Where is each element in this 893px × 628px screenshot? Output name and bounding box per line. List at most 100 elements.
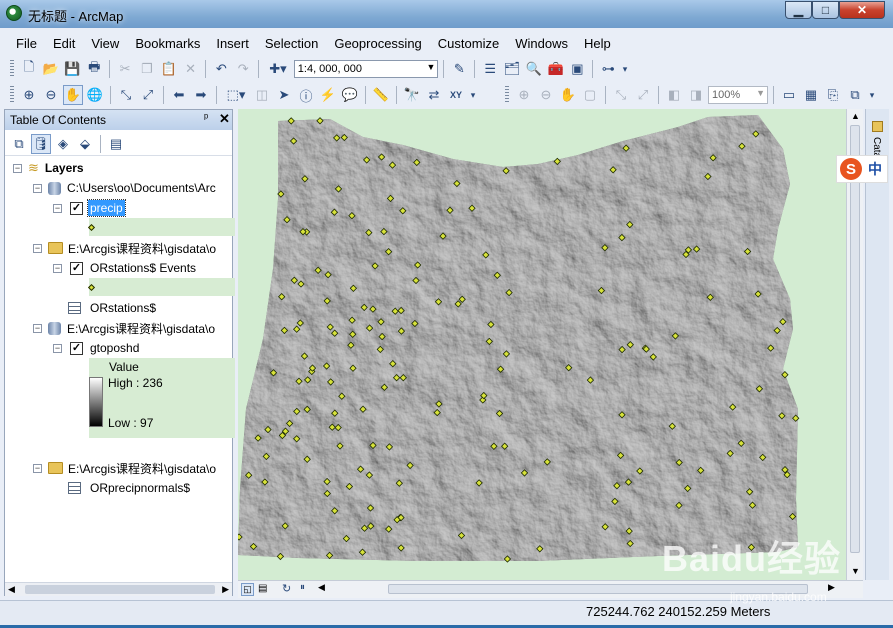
toolbar-options-icon[interactable]: ▾ xyxy=(620,59,630,79)
layout-back-icon[interactable]: ◧ xyxy=(664,85,684,105)
map-display[interactable] xyxy=(238,109,846,580)
tree-row-layer[interactable]: − ✓ gtoposhd xyxy=(53,338,139,358)
legend-symbol-row[interactable] xyxy=(87,218,96,236)
layer-visibility-checkbox[interactable]: ✓ xyxy=(70,261,83,275)
cut-icon[interactable]: ✂ xyxy=(115,59,135,79)
collapse-icon[interactable]: − xyxy=(53,343,62,353)
data-driven-pages-icon[interactable]: ⧉ xyxy=(845,85,865,105)
collapse-icon[interactable]: − xyxy=(33,323,42,333)
menu-customize[interactable]: Customize xyxy=(430,36,507,51)
tree-row-layer[interactable]: − ✓ precip xyxy=(53,198,126,218)
collapse-icon[interactable]: − xyxy=(33,243,42,253)
select-elements-icon[interactable]: ➤ xyxy=(274,85,294,105)
scroll-right-icon[interactable]: ▶ xyxy=(222,584,229,595)
toolbar-options-icon[interactable]: ▾ xyxy=(867,85,877,105)
toolbar-grip[interactable] xyxy=(10,86,14,104)
map-scale-combobox[interactable]: 1:4, 000, 000 ▼ xyxy=(293,60,439,78)
python-window-icon[interactable]: ▣ xyxy=(567,59,587,79)
tree-row-layers[interactable]: − ≋ Layers xyxy=(13,158,84,178)
toc-horizontal-scrollbar[interactable]: ◀ ▶ xyxy=(5,582,232,596)
go-to-xy-icon[interactable]: XY xyxy=(446,85,466,105)
list-by-selection-icon[interactable]: ⬙ xyxy=(75,134,95,154)
redo-icon[interactable]: ↷ xyxy=(233,59,253,79)
layer-visibility-checkbox[interactable]: ✓ xyxy=(70,341,83,355)
legend-symbol-row[interactable] xyxy=(87,278,96,296)
arcmap-app-icon[interactable] xyxy=(6,5,22,21)
layout-fixed-zoom-out-icon[interactable]: ⤢ xyxy=(633,85,653,105)
print-icon[interactable]: 🖶 xyxy=(84,59,104,79)
toc-options-icon[interactable]: ▤ xyxy=(106,134,126,154)
tree-row-table[interactable]: ORprecipnormals$ xyxy=(68,478,190,498)
list-by-visibility-icon[interactable]: ◈ xyxy=(53,134,73,154)
toc-header[interactable]: Table Of Contents xyxy=(5,110,232,130)
zoom-in-icon[interactable]: ⊕ xyxy=(19,85,39,105)
toolbar-options-icon[interactable]: ▾ xyxy=(468,85,478,105)
layout-fixed-zoom-in-icon[interactable]: ⤡ xyxy=(611,85,631,105)
close-button[interactable]: ✕ xyxy=(839,1,885,19)
tree-row-layer[interactable]: − ✓ ORstations$ Events xyxy=(53,258,196,278)
toc-close-icon[interactable]: ✕ xyxy=(219,111,230,127)
toolbar-grip[interactable] xyxy=(505,86,509,104)
scroll-right-icon[interactable]: ▶ xyxy=(828,582,835,593)
back-extent-icon[interactable]: ⬅ xyxy=(169,85,189,105)
identify-icon[interactable]: ⓘ xyxy=(296,85,316,105)
measure-icon[interactable]: 📏 xyxy=(371,85,391,105)
maximize-button[interactable]: □ xyxy=(812,1,839,19)
pause-drawing-icon[interactable]: ⏸ xyxy=(300,582,305,593)
toggle-draft-mode-icon[interactable]: ▭ xyxy=(779,85,799,105)
scroll-up-icon[interactable]: ▲ xyxy=(851,111,860,121)
tree-row-source[interactable]: − E:\Arcgis课程资料\gisdata\o xyxy=(33,458,231,478)
scroll-left-icon[interactable]: ◀ xyxy=(318,582,325,593)
delete-icon[interactable]: ✕ xyxy=(181,59,201,79)
new-document-icon[interactable]: 🗋 xyxy=(19,59,39,79)
tree-row-source[interactable]: − E:\Arcgis课程资料\gisdata\o xyxy=(33,318,231,338)
layout-pan-icon[interactable]: ✋ xyxy=(558,85,578,105)
layer-name[interactable]: gtoposhd xyxy=(90,341,139,355)
scroll-down-icon[interactable]: ▼ xyxy=(851,566,860,576)
zoom-out-icon[interactable]: ⊖ xyxy=(41,85,61,105)
minimize-button[interactable]: ▁ xyxy=(785,1,812,19)
pin-icon[interactable]: ᵖ xyxy=(204,112,208,124)
toolbar-grip[interactable] xyxy=(10,60,14,78)
search-window-icon[interactable]: 🔍 xyxy=(524,59,544,79)
layout-forward-icon[interactable]: ◨ xyxy=(686,85,706,105)
scroll-thumb[interactable] xyxy=(25,585,215,594)
focus-data-frame-icon[interactable]: ▦ xyxy=(801,85,821,105)
menu-bookmarks[interactable]: Bookmarks xyxy=(127,36,208,51)
tree-row-table[interactable]: ORstations$ xyxy=(68,298,156,318)
save-icon[interactable]: 💾 xyxy=(63,59,83,79)
ime-mode[interactable]: 中 xyxy=(868,159,882,179)
menu-file[interactable]: File xyxy=(8,36,45,51)
collapse-icon[interactable]: − xyxy=(33,183,42,193)
collapse-icon[interactable]: − xyxy=(53,263,62,273)
hyperlink-icon[interactable]: ⚡ xyxy=(318,85,338,105)
chevron-down-icon[interactable]: ▼ xyxy=(756,88,765,98)
select-features-icon[interactable]: ⬚▾ xyxy=(222,85,250,105)
html-popup-icon[interactable]: 💬 xyxy=(340,85,360,105)
model-builder-icon[interactable]: ⊶ xyxy=(598,59,618,79)
tree-row-source[interactable]: − C:\Users\oo\Documents\Arc xyxy=(33,178,231,198)
ime-indicator[interactable]: S 中 xyxy=(836,155,888,183)
menu-insert[interactable]: Insert xyxy=(208,36,257,51)
layout-zoom-in-icon[interactable]: ⊕ xyxy=(514,85,534,105)
menu-geoprocessing[interactable]: Geoprocessing xyxy=(326,36,429,51)
collapse-icon[interactable]: − xyxy=(13,163,22,173)
add-data-icon[interactable]: ✚▾ xyxy=(264,59,292,79)
collapse-icon[interactable]: − xyxy=(53,203,62,213)
full-extent-icon[interactable]: 🌐 xyxy=(85,85,105,105)
open-icon[interactable]: 📂 xyxy=(41,59,61,79)
list-by-source-icon[interactable]: 🛢 xyxy=(31,133,51,154)
catalog-icon[interactable]: 🗂 xyxy=(502,59,522,79)
find-route-icon[interactable]: ⇄ xyxy=(424,85,444,105)
fixed-zoom-in-icon[interactable]: ⤡ xyxy=(116,85,136,105)
clear-selection-icon[interactable]: ◫ xyxy=(252,85,272,105)
menu-windows[interactable]: Windows xyxy=(507,36,576,51)
menu-edit[interactable]: Edit xyxy=(45,36,83,51)
zoom-whole-page-icon[interactable]: ▢ xyxy=(580,85,600,105)
layout-view-icon[interactable]: ▤ xyxy=(258,583,267,594)
change-layout-icon[interactable]: ⎘ xyxy=(823,85,843,105)
scroll-left-icon[interactable]: ◀ xyxy=(8,584,15,595)
pan-icon[interactable]: ✋ xyxy=(63,85,83,105)
title-bar[interactable]: 无标题 - ArcMap ▁ □ ✕ xyxy=(0,0,893,28)
menu-view[interactable]: View xyxy=(83,36,127,51)
